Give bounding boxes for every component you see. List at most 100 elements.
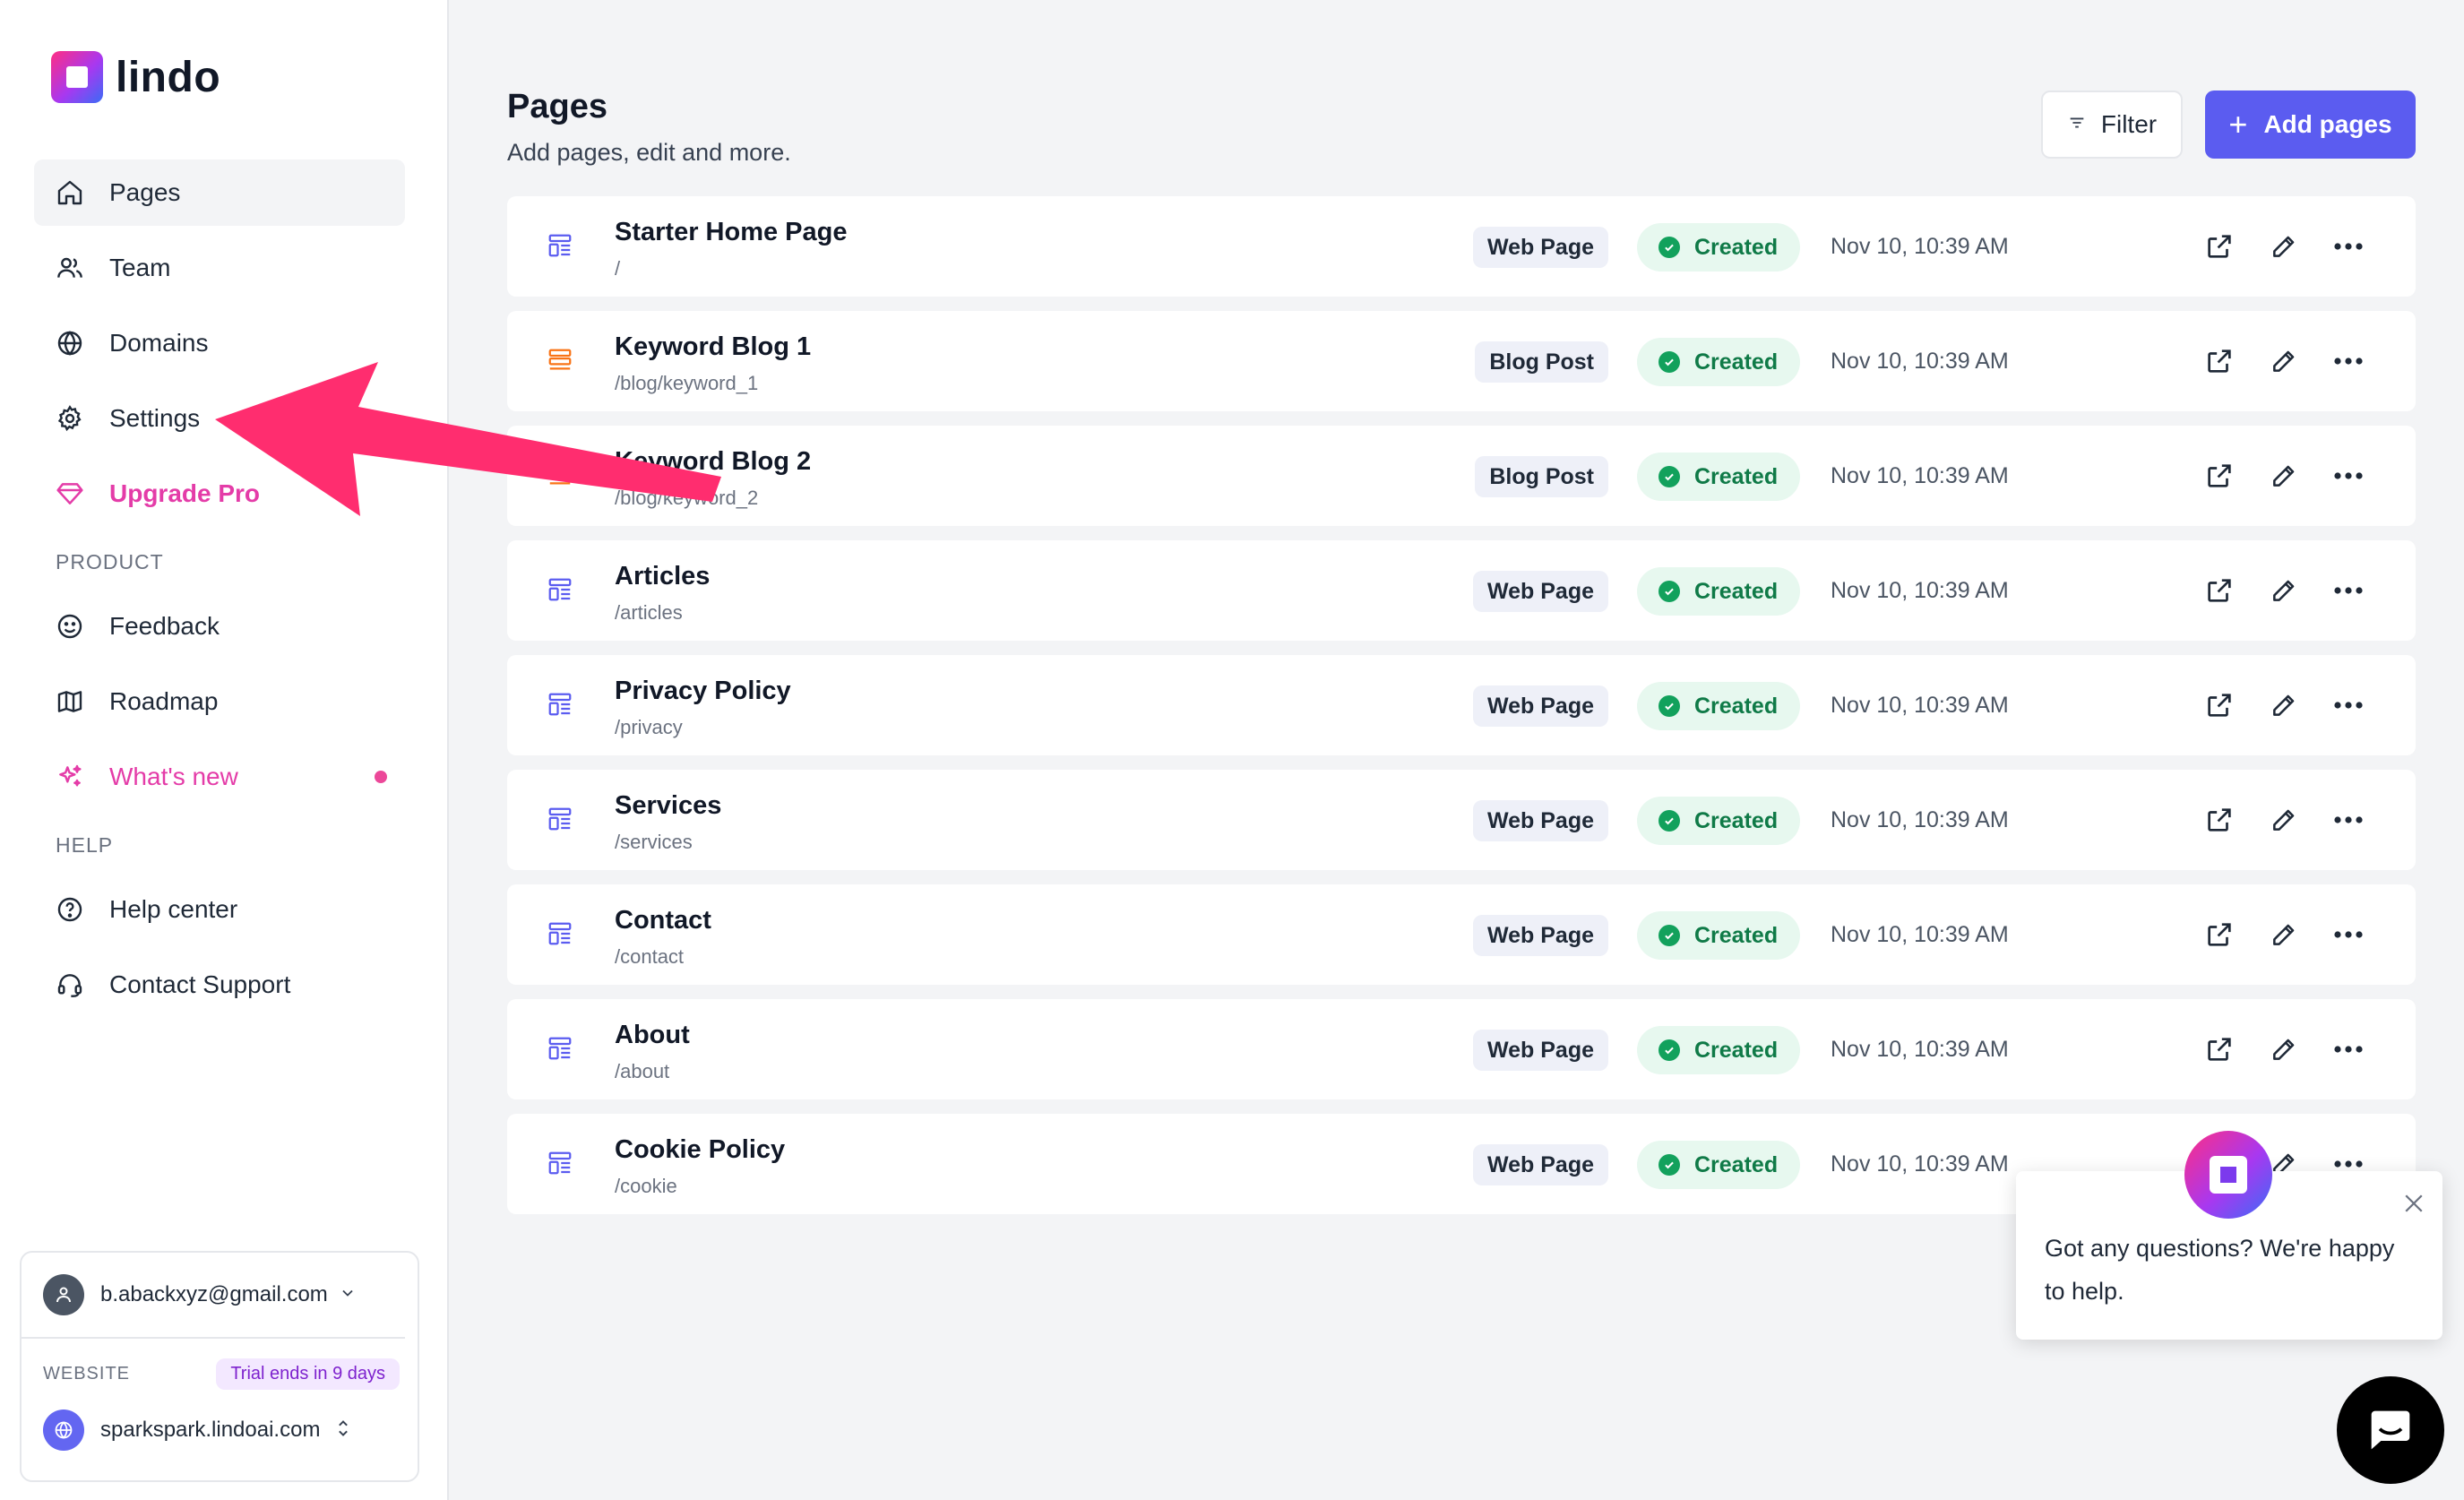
site-globe-icon <box>43 1409 84 1451</box>
website-label: WEBSITE <box>43 1364 131 1384</box>
more-options-icon[interactable] <box>2332 345 2365 377</box>
diamond-icon <box>54 478 86 510</box>
add-pages-button[interactable]: + Add pages <box>2205 91 2416 159</box>
website-header: WEBSITE Trial ends in 9 days <box>22 1358 418 1390</box>
status-badge: Created <box>1637 453 1800 501</box>
page-name[interactable]: Services <box>615 791 721 821</box>
home-icon <box>54 177 86 209</box>
page-name[interactable]: Cookie Policy <box>615 1135 785 1165</box>
status-label: Created <box>1694 349 1779 375</box>
sidebar-item-pages[interactable]: Pages <box>34 159 405 226</box>
page-date: Nov 10, 10:39 AM <box>1831 234 2009 259</box>
status-label: Created <box>1694 807 1779 833</box>
sidebar-item-help-center[interactable]: Help center <box>34 876 405 943</box>
page-date: Nov 10, 10:39 AM <box>1831 1151 2009 1177</box>
page-header: Pages Add pages, edit and more. <box>507 88 791 167</box>
status-badge: Created <box>1637 338 1800 386</box>
edit-pencil-icon[interactable] <box>2268 574 2300 607</box>
sidebar-item-roadmap[interactable]: Roadmap <box>34 668 405 735</box>
open-external-icon[interactable] <box>2203 918 2236 951</box>
status-badge: Created <box>1637 682 1800 730</box>
page-path: /contact <box>615 945 685 968</box>
table-row[interactable]: Privacy Policy/privacy Web Page Created Nov… <box>507 655 2416 755</box>
open-external-icon[interactable] <box>2203 689 2236 721</box>
open-external-icon[interactable] <box>2203 1033 2236 1065</box>
logo-icon <box>51 51 103 103</box>
sidebar-item-contact-support[interactable]: Contact Support <box>34 952 405 1018</box>
table-row[interactable]: Starter Home Page / Web Page Created Nov 10,… <box>507 196 2416 297</box>
table-row[interactable]: Articles/articles Web Page Created Nov 10, … <box>507 540 2416 641</box>
sidebar-item-whats-new[interactable]: What's new <box>34 744 405 810</box>
open-external-icon[interactable] <box>2203 804 2236 836</box>
check-circle-icon <box>1658 466 1680 487</box>
gear-icon <box>54 402 86 435</box>
help-circle-icon <box>54 893 86 926</box>
sidebar-item-label: Pages <box>109 178 181 206</box>
close-icon[interactable] <box>2398 1187 2430 1220</box>
brand-logo[interactable]: lindo <box>51 51 220 103</box>
more-options-icon[interactable] <box>2332 230 2365 263</box>
annotation-arrow-icon <box>215 362 721 516</box>
page-name[interactable]: About <box>615 1021 690 1050</box>
web-page-icon <box>547 1150 575 1178</box>
edit-pencil-icon[interactable] <box>2268 460 2300 492</box>
open-external-icon[interactable] <box>2203 230 2236 263</box>
edit-pencil-icon[interactable] <box>2268 804 2300 836</box>
table-row[interactable]: About/about Web Page Created Nov 10, 10:39 … <box>507 999 2416 1099</box>
sidebar-item-label: What's new <box>109 763 238 790</box>
table-row[interactable]: Services/services Web Page Created Nov 10, … <box>507 770 2416 870</box>
check-circle-icon <box>1658 237 1680 258</box>
account-email: b.abackxyz@gmail.com <box>100 1282 328 1306</box>
status-badge: Created <box>1637 223 1800 272</box>
map-icon <box>54 685 86 718</box>
page-type-badge: Blog Post <box>1475 341 1608 383</box>
user-avatar-icon <box>43 1274 84 1315</box>
more-options-icon[interactable] <box>2332 574 2365 607</box>
table-row[interactable]: Contact/contact Web Page Created Nov 10, 10… <box>507 884 2416 985</box>
page-date: Nov 10, 10:39 AM <box>1831 578 2009 603</box>
edit-pencil-icon[interactable] <box>2268 345 2300 377</box>
page-type-badge: Web Page <box>1472 1144 1608 1185</box>
open-external-icon[interactable] <box>2203 574 2236 607</box>
page-type-badge: Web Page <box>1472 1030 1608 1071</box>
sidebar-item-feedback[interactable]: Feedback <box>34 593 405 659</box>
sidebar-item-team[interactable]: Team <box>34 235 405 301</box>
page-type-badge: Web Page <box>1472 571 1608 612</box>
status-label: Created <box>1694 578 1779 604</box>
filter-button[interactable]: Filter <box>2041 91 2183 159</box>
open-external-icon[interactable] <box>2203 460 2236 492</box>
plus-icon: + <box>2228 106 2248 142</box>
page-title: Pages <box>507 88 607 125</box>
account-switcher[interactable]: b.abackxyz@gmail.com <box>22 1253 405 1339</box>
more-options-icon[interactable] <box>2332 804 2365 836</box>
chat-launcher-button[interactable] <box>2337 1376 2444 1484</box>
sidebar-item-label: Team <box>109 254 171 281</box>
status-label: Created <box>1694 1037 1779 1063</box>
sidebar-item-label: Feedback <box>109 612 220 640</box>
more-options-icon[interactable] <box>2332 918 2365 951</box>
web-page-icon <box>547 920 575 949</box>
page-date: Nov 10, 10:39 AM <box>1831 693 2009 718</box>
page-path: /cookie <box>615 1175 677 1197</box>
open-external-icon[interactable] <box>2203 345 2236 377</box>
sidebar: lindo Pages Team Domains Settings Upgrad… <box>0 0 449 1500</box>
chat-bubble-icon <box>2371 1410 2410 1450</box>
table-row[interactable]: Keyword Blog 2/blog/keyword_2Blog PostCr… <box>507 426 2416 526</box>
page-name[interactable]: Starter Home Page <box>615 218 848 247</box>
page-name[interactable]: Privacy Policy <box>615 677 791 706</box>
page-name[interactable]: Contact <box>615 906 711 935</box>
edit-pencil-icon[interactable] <box>2268 689 2300 721</box>
page-name[interactable]: Articles <box>615 562 710 591</box>
more-options-icon[interactable] <box>2332 689 2365 721</box>
table-row[interactable]: Keyword Blog 1/blog/keyword_1 Blog Post Cr… <box>507 311 2416 411</box>
status-badge: Created <box>1637 567 1800 616</box>
edit-pencil-icon[interactable] <box>2268 918 2300 951</box>
more-options-icon[interactable] <box>2332 1033 2365 1065</box>
sidebar-nav: Pages Team Domains Settings Upgrade Pro <box>34 159 405 1027</box>
sidebar-item-label: Roadmap <box>109 687 219 715</box>
website-switcher[interactable]: sparkspark.lindoai.com <box>22 1409 418 1451</box>
edit-pencil-icon[interactable] <box>2268 230 2300 263</box>
edit-pencil-icon[interactable] <box>2268 1033 2300 1065</box>
check-circle-icon <box>1658 1039 1680 1061</box>
more-options-icon[interactable] <box>2332 460 2365 492</box>
